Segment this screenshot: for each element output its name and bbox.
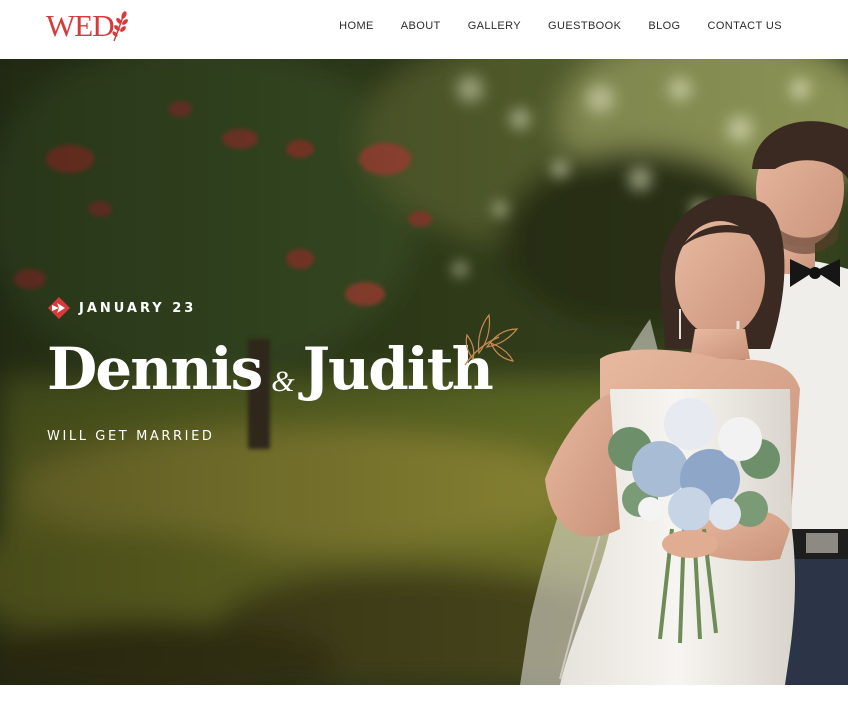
main-nav: HOME ABOUT GALLERY GUESTBOOK BLOG CONTAC… — [312, 0, 782, 52]
hero-content: JANUARY 23 Dennis & Judith WILL GET MARRIE… — [47, 295, 519, 444]
ampersand: & — [271, 365, 295, 398]
nav-guestbook[interactable]: GUESTBOOK — [548, 20, 621, 32]
nav-home[interactable]: HOME — [339, 20, 374, 32]
name-first: Dennis — [47, 335, 263, 403]
logo[interactable]: WED — [46, 8, 128, 44]
site-header: WED HOME ABOUT GALLERY GUESTBOOK BLOG CO… — [0, 0, 848, 59]
wheat-icon — [111, 11, 128, 42]
page: WED HOME ABOUT GALLERY GUESTBOOK BLOG CO… — [0, 0, 848, 722]
logo-text: WED — [46, 8, 115, 43]
couple-names: Dennis & Judith — [47, 313, 519, 409]
tagline: WILL GET MARRIED — [47, 429, 215, 444]
hero-section: JANUARY 23 Dennis & Judith WILL GET MARRIE… — [0, 59, 848, 685]
nav-contact-us[interactable]: CONTACT US — [708, 20, 783, 32]
below-hero-section — [0, 685, 848, 722]
nav-gallery[interactable]: GALLERY — [468, 20, 521, 32]
date-text: JANUARY 23 — [79, 300, 197, 316]
leaf-branch-icon — [464, 313, 519, 366]
nav-blog[interactable]: BLOG — [648, 20, 680, 32]
arrow-badge-icon — [48, 297, 70, 319]
nav-about[interactable]: ABOUT — [401, 20, 441, 32]
wedding-date: JANUARY 23 — [47, 295, 492, 321]
